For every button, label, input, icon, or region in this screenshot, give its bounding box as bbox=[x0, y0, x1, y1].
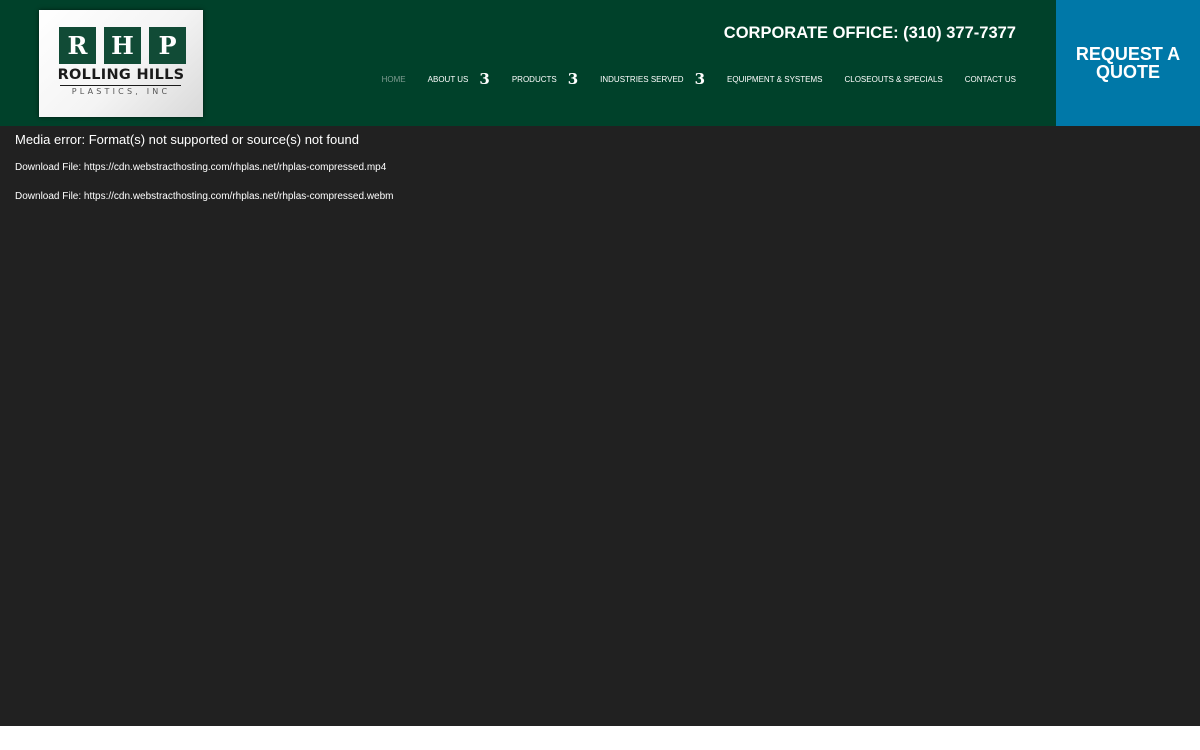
nav-item-closeouts-specials[interactable]: CLOSEOUTS & SPECIALS bbox=[844, 75, 942, 84]
media-error-message: Media error: Format(s) not supported or … bbox=[15, 132, 359, 147]
logo-monogram: R H P bbox=[59, 27, 186, 64]
logo-company-name: ROLLING HILLS bbox=[57, 67, 185, 83]
dropdown-arrow-icon[interactable]: 3 bbox=[695, 70, 705, 88]
nav-item-industries-served[interactable]: INDUSTRIES SERVED 3 bbox=[600, 70, 705, 88]
nav-item-label: CONTACT US bbox=[964, 74, 1016, 84]
nav-item-label: EQUIPMENT & SYSTEMS bbox=[727, 74, 823, 84]
nav-item-home[interactable]: HOME bbox=[382, 75, 406, 84]
nav-item-equipment-systems[interactable]: EQUIPMENT & SYSTEMS bbox=[727, 75, 822, 84]
request-quote-label: REQUEST A QUOTE bbox=[1075, 44, 1181, 82]
page: R H P ROLLING HILLS PLASTICS, INC CORPOR… bbox=[0, 0, 1200, 750]
dropdown-arrow-icon[interactable]: 3 bbox=[568, 70, 578, 88]
nav-item-label: INDUSTRIES SERVED bbox=[600, 74, 684, 84]
main-nav: HOME ABOUT US 3 PRODUCTS 3 INDUSTRIES SE… bbox=[382, 68, 1016, 90]
dropdown-arrow-icon[interactable]: 3 bbox=[479, 70, 489, 88]
logo-letter-h: H bbox=[104, 27, 141, 64]
nav-item-label: CLOSEOUTS & SPECIALS bbox=[844, 74, 943, 84]
nav-item-products[interactable]: PRODUCTS 3 bbox=[512, 70, 578, 88]
nav-item-about-us[interactable]: ABOUT US 3 bbox=[428, 70, 490, 88]
logo-letter-p: P bbox=[149, 27, 186, 64]
logo-letter-r: R bbox=[59, 27, 96, 64]
nav-item-label: PRODUCTS bbox=[511, 74, 557, 84]
download-webm-link[interactable]: Download File: https://cdn.webstracthost… bbox=[15, 191, 394, 202]
logo-divider bbox=[60, 85, 181, 86]
site-logo[interactable]: R H P ROLLING HILLS PLASTICS, INC bbox=[39, 10, 203, 117]
corporate-office-phone: CORPORATE OFFICE: (310) 377-7377 bbox=[723, 24, 1016, 42]
logo-subtitle: PLASTICS, INC bbox=[71, 87, 171, 96]
download-mp4-link[interactable]: Download File: https://cdn.webstracthost… bbox=[15, 162, 386, 173]
nav-item-contact-us[interactable]: CONTACT US bbox=[965, 75, 1016, 84]
nav-item-label: HOME bbox=[381, 74, 406, 84]
request-quote-button[interactable]: REQUEST A QUOTE bbox=[1056, 0, 1200, 126]
video-player-area: Media error: Format(s) not supported or … bbox=[0, 126, 1200, 726]
nav-item-label: ABOUT US bbox=[427, 74, 469, 84]
site-header: R H P ROLLING HILLS PLASTICS, INC CORPOR… bbox=[0, 0, 1200, 126]
